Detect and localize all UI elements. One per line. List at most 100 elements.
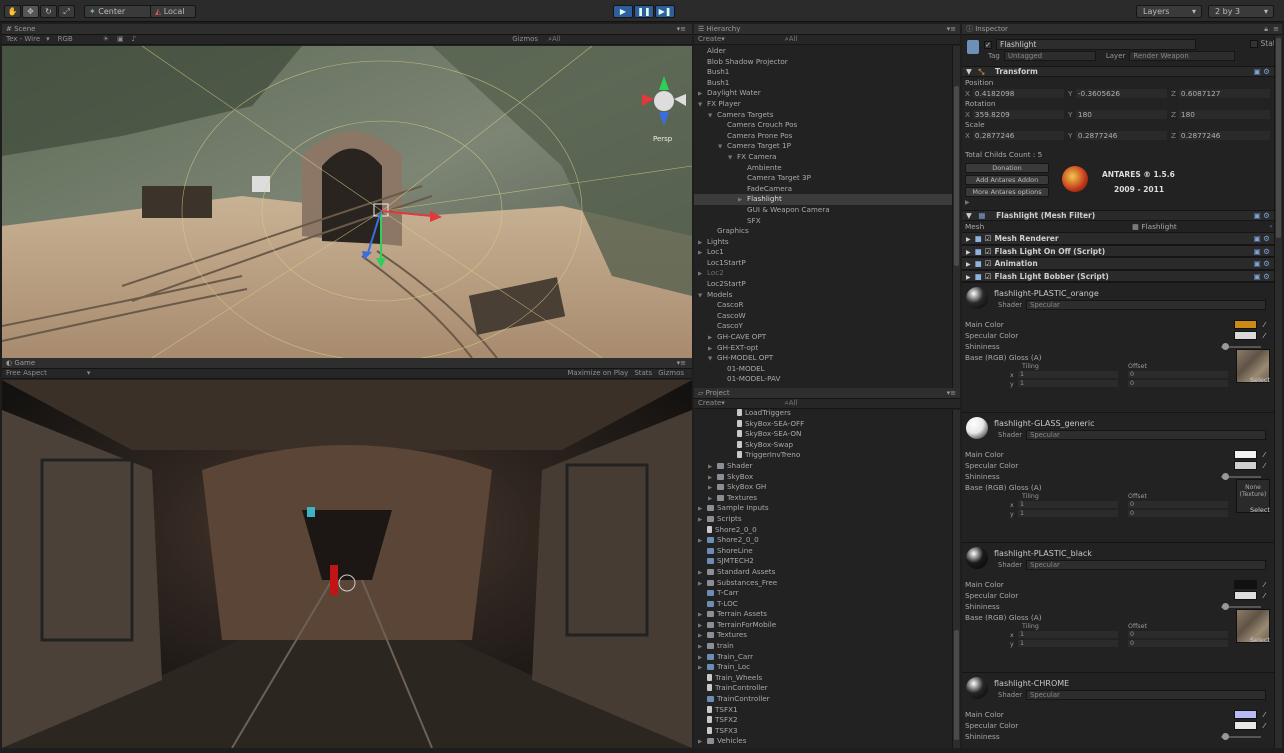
hierarchy-item[interactable]: 01-MODEL-PAV (694, 374, 952, 385)
hierarchy-item[interactable]: ▶ GH-EXT-opt (694, 343, 952, 354)
component-menu-icon[interactable]: ▣ ⚙ (1254, 211, 1270, 221)
eyedropper-icon[interactable]: ⁄ (1264, 709, 1265, 720)
tiling-y-field[interactable]: 1 (1018, 640, 1118, 647)
project-item[interactable]: ▶ Terrain Assets (694, 609, 952, 620)
offset-y-field[interactable]: 0 (1128, 510, 1228, 517)
donation-button[interactable]: Donation (965, 163, 1049, 173)
maximize-on-play-toggle[interactable]: Maximize on Play (567, 369, 628, 378)
pivot-local-button[interactable]: ◭ Local (150, 5, 196, 18)
component-header[interactable]: ▶ ■ ☑ Flash Light On Off (Script) ▣ ⚙ (962, 244, 1274, 257)
more-options-button[interactable]: More Antares options (965, 187, 1049, 197)
slider-knob[interactable] (1222, 473, 1229, 480)
hierarchy-item[interactable]: ▶ Loc2 (694, 268, 952, 279)
inspector-tab[interactable]: ⓘ Inspector 🔒︎ ≡ (962, 24, 1282, 35)
color-swatch[interactable] (1234, 710, 1257, 719)
collapsed-arrow-icon[interactable]: ▶ (698, 568, 707, 578)
component-menu-icon[interactable]: ▣ ⚙ (1254, 67, 1270, 77)
hierarchy-item[interactable]: ▼ FX Player (694, 99, 952, 110)
project-item[interactable]: ▶ Sample Inputs (694, 503, 952, 514)
project-item[interactable]: SkyBox-SEA-ON (694, 429, 952, 440)
eyedropper-icon[interactable]: ⁄ (1264, 720, 1265, 731)
hierarchy-item[interactable]: Ambiente (694, 163, 952, 174)
panel-menu-icon[interactable]: ▾≡ (947, 24, 956, 34)
component-enabled-checkbox[interactable]: ☑ (985, 247, 992, 256)
hierarchy-item[interactable]: ▶ Flashlight (694, 194, 952, 205)
panel-menu-icon[interactable]: ▾≡ (677, 358, 686, 368)
hierarchy-item[interactable]: ▼ GH-MODEL OPT (694, 353, 952, 364)
hierarchy-item[interactable]: Blob Shadow Projector (694, 57, 952, 68)
scene-viewport[interactable]: Persp (2, 46, 692, 358)
project-item[interactable]: ▶ SkyBox GH (694, 482, 952, 493)
texture-select-button[interactable]: Select (1250, 506, 1270, 514)
collapsed-arrow-icon[interactable]: ▶ (698, 515, 707, 525)
add-addon-button[interactable]: Add Antares Addon (965, 175, 1049, 185)
component-enabled-checkbox[interactable]: ☑ (985, 234, 992, 243)
color-swatch[interactable] (1234, 721, 1257, 730)
project-item[interactable]: ▶ Textures (694, 630, 952, 641)
collapsed-arrow-icon[interactable]: ▶ (698, 238, 707, 248)
hierarchy-item[interactable]: ▶ GH-CAVE OPT (694, 332, 952, 343)
offset-x-field[interactable]: 0 (1128, 501, 1228, 508)
collapsed-arrow-icon[interactable]: ▶ (698, 536, 707, 546)
slider-knob[interactable] (1222, 603, 1229, 610)
scroll-thumb[interactable] (954, 86, 959, 266)
audio-icon[interactable]: ♪ (132, 35, 136, 44)
slider-knob[interactable] (1222, 343, 1229, 350)
project-item[interactable]: ▶ Substances_Free (694, 578, 952, 589)
collapsed-arrow-icon[interactable]: ▶ (698, 504, 707, 514)
collapsed-arrow-icon[interactable]: ▶ (708, 333, 717, 343)
expanded-arrow-icon[interactable]: ▼ (718, 142, 727, 152)
static-checkbox[interactable] (1249, 39, 1258, 48)
scale-y-field[interactable]: 0.2877246 (1075, 131, 1167, 140)
panel-menu-icon[interactable]: ≡ (1273, 24, 1279, 34)
hierarchy-item[interactable]: Camera Prone Pos (694, 131, 952, 142)
project-item[interactable]: Train_Wheels (694, 673, 952, 684)
collapsed-arrow-icon[interactable]: ▶ (698, 621, 707, 631)
hierarchy-tab[interactable]: ☰ Hierarchy ▾≡ (694, 24, 960, 35)
offset-y-field[interactable]: 0 (1128, 380, 1228, 387)
create-dropdown[interactable]: Create (698, 35, 721, 44)
mesh-filter-header[interactable]: ▼ ▦ Flashlight (Mesh Filter) ▣ ⚙ (962, 210, 1274, 221)
project-item[interactable]: ▶ Scripts (694, 514, 952, 525)
texture-select-button[interactable]: Select (1250, 636, 1270, 644)
game-viewport[interactable] (2, 380, 692, 748)
layer-dropdown[interactable]: Render Weapon (1129, 51, 1236, 61)
offset-y-field[interactable]: 0 (1128, 640, 1228, 647)
project-item[interactable]: SJMTECH2 (694, 556, 952, 567)
project-search-input[interactable]: All (789, 399, 798, 408)
move-tool-button[interactable]: ✥ (22, 5, 39, 18)
hierarchy-item[interactable]: Loc2StartP (694, 279, 952, 290)
hierarchy-item[interactable]: CascoR (694, 300, 952, 311)
color-swatch[interactable] (1234, 591, 1257, 600)
hierarchy-search-input[interactable]: All (789, 35, 798, 44)
project-item[interactable]: TrainController (694, 694, 952, 705)
scale-z-field[interactable]: 0.2877246 (1178, 131, 1270, 140)
collapsed-arrow-icon[interactable]: ▶ (698, 248, 707, 258)
project-item[interactable]: T-Carr (694, 588, 952, 599)
component-menu-icon[interactable]: ▣ ⚙ (1254, 233, 1270, 244)
collapsed-arrow-icon[interactable]: ▶ (708, 494, 717, 504)
collapsed-arrow-icon[interactable]: ▶ (698, 737, 707, 747)
project-item[interactable]: ▶ Vehicles (694, 736, 952, 747)
position-x-field[interactable]: 0.4182098 (972, 89, 1064, 98)
shader-dropdown[interactable]: Specular (1026, 560, 1267, 570)
collapsed-arrow-icon[interactable]: ▶ (698, 642, 707, 652)
color-swatch[interactable] (1234, 461, 1257, 470)
tiling-x-field[interactable]: 1 (1018, 631, 1118, 638)
collapsed-arrow-icon[interactable]: ▶ (738, 195, 747, 205)
project-scrollbar[interactable] (952, 410, 960, 748)
gizmos-dropdown[interactable]: Gizmos (512, 35, 538, 44)
offset-x-field[interactable]: 0 (1128, 371, 1228, 378)
layout-dropdown[interactable]: 2 by 3 ▾ (1208, 5, 1274, 18)
hierarchy-item[interactable]: Loc1StartP (694, 258, 952, 269)
transform-header[interactable]: ▼ ⤡ Transform ▣ ⚙ (962, 66, 1274, 77)
game-tab[interactable]: ◐ Game ▾≡ (2, 358, 692, 369)
collapsed-arrow-icon[interactable]: ▶ (708, 344, 717, 354)
stats-toggle[interactable]: Stats (634, 369, 652, 378)
hierarchy-item[interactable]: CascoW (694, 311, 952, 322)
project-item[interactable]: LoadTriggers (694, 408, 952, 419)
component-header[interactable]: ▶ ■ ☑ Mesh Renderer ▣ ⚙ (962, 232, 1274, 245)
hierarchy-item[interactable]: Alder (694, 46, 952, 57)
game-gizmos-dropdown[interactable]: Gizmos (658, 369, 684, 378)
tag-dropdown[interactable]: Untagged (1003, 51, 1096, 61)
